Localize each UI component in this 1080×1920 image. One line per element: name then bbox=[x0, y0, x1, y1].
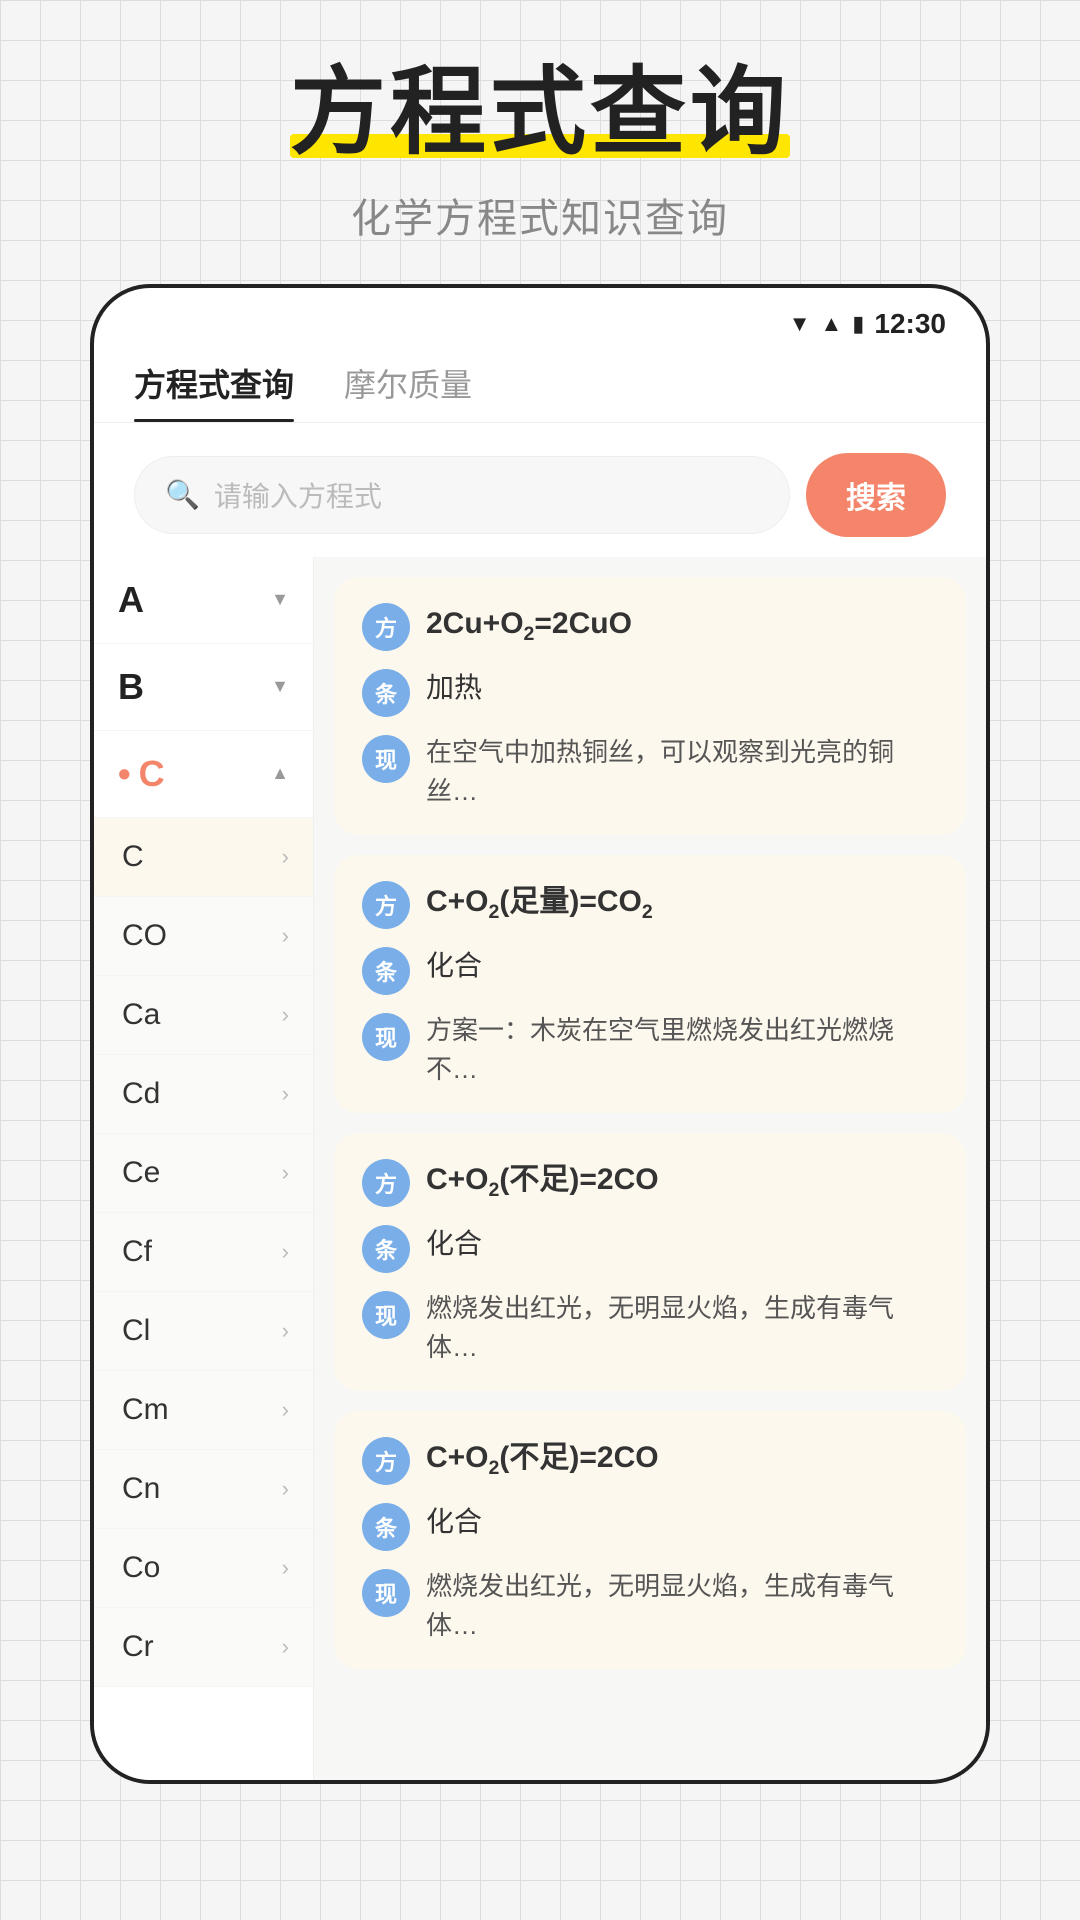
badge-desc-3: 现 bbox=[362, 1291, 410, 1339]
badge-condition-4: 条 bbox=[362, 1503, 410, 1551]
chevron-right-Cr: › bbox=[282, 1634, 289, 1660]
eq-condition-3: 化合 bbox=[426, 1223, 938, 1265]
eq-card-2[interactable]: 方 C+O2(足量)=CO2 条 化合 现 方案一：木炭在空气里燃烧发出红光燃烧… bbox=[334, 855, 966, 1113]
phone-mock: ▼ ▲ ▮ 12:30 方程式查询 摩尔质量 🔍 请输入方程式 搜索 A ▼ bbox=[90, 284, 990, 1784]
sidebar-group-arrow-B: ▼ bbox=[271, 676, 289, 697]
badge-desc-4: 现 bbox=[362, 1569, 410, 1617]
badge-desc-1: 现 bbox=[362, 735, 410, 783]
badge-condition-3: 条 bbox=[362, 1225, 410, 1273]
badge-desc-2: 现 bbox=[362, 1013, 410, 1061]
eq-row-condition-2: 条 化合 bbox=[362, 945, 938, 995]
sidebar-item-Cf[interactable]: Cf › bbox=[94, 1213, 313, 1292]
chevron-right-Cn: › bbox=[282, 1476, 289, 1502]
sidebar-item-Cd[interactable]: Cd › bbox=[94, 1055, 313, 1134]
search-button[interactable]: 搜索 bbox=[806, 453, 946, 537]
badge-formula-2: 方 bbox=[362, 881, 410, 929]
battery-icon: ▮ bbox=[852, 311, 864, 337]
sidebar-group-label-C: C bbox=[139, 753, 165, 795]
badge-formula-1: 方 bbox=[362, 603, 410, 651]
eq-desc-4: 燃烧发出红光，无明显火焰，生成有毒气体… bbox=[426, 1567, 938, 1645]
main-title: 方程式查询 bbox=[290, 60, 790, 166]
eq-row-desc-4: 现 燃烧发出红光，无明显火焰，生成有毒气体… bbox=[362, 1567, 938, 1645]
status-bar: ▼ ▲ ▮ 12:30 bbox=[94, 288, 986, 350]
eq-row-condition-4: 条 化合 bbox=[362, 1501, 938, 1551]
sidebar-item-Cl[interactable]: Cl › bbox=[94, 1292, 313, 1371]
eq-formula-4: C+O2(不足)=2CO bbox=[426, 1435, 938, 1483]
sidebar-item-CO[interactable]: CO › bbox=[94, 897, 313, 976]
eq-row-formula-1: 方 2Cu+O2=2CuO bbox=[362, 601, 938, 651]
sidebar-group-arrow-A: ▼ bbox=[271, 589, 289, 610]
sidebar-item-Ce[interactable]: Ce › bbox=[94, 1134, 313, 1213]
chevron-right-Cm: › bbox=[282, 1397, 289, 1423]
eq-row-desc-2: 现 方案一：木炭在空气里燃烧发出红光燃烧不… bbox=[362, 1011, 938, 1089]
eq-formula-2: C+O2(足量)=CO2 bbox=[426, 879, 938, 927]
eq-row-formula-4: 方 C+O2(不足)=2CO bbox=[362, 1435, 938, 1485]
badge-formula-3: 方 bbox=[362, 1159, 410, 1207]
sidebar: A ▼ B ▼ • C ▲ C › CO bbox=[94, 557, 314, 1780]
search-input-wrapper[interactable]: 🔍 请输入方程式 bbox=[134, 456, 790, 534]
eq-row-condition-1: 条 加热 bbox=[362, 667, 938, 717]
right-content: 方 2Cu+O2=2CuO 条 加热 现 在空气中加热铜丝，可以观察到光亮的铜丝… bbox=[314, 557, 986, 1780]
sidebar-group-label-A: A bbox=[118, 579, 144, 621]
sidebar-group-arrow-C: ▲ bbox=[271, 763, 289, 784]
signal-icon: ▲ bbox=[820, 311, 842, 337]
content-area: A ▼ B ▼ • C ▲ C › CO bbox=[94, 557, 986, 1780]
eq-card-3[interactable]: 方 C+O2(不足)=2CO 条 化合 现 燃烧发出红光，无明显火焰，生成有毒气… bbox=[334, 1133, 966, 1391]
badge-formula-4: 方 bbox=[362, 1437, 410, 1485]
sidebar-item-Ca[interactable]: Ca › bbox=[94, 976, 313, 1055]
page-header: 方程式查询 化学方程式知识查询 bbox=[0, 0, 1080, 284]
sidebar-item-C[interactable]: C › bbox=[94, 818, 313, 897]
search-placeholder: 请输入方程式 bbox=[214, 475, 382, 515]
chevron-right-Ce: › bbox=[282, 1160, 289, 1186]
chevron-right-Cd: › bbox=[282, 1081, 289, 1107]
chevron-right-Ca: › bbox=[282, 1002, 289, 1028]
sub-title: 化学方程式知识查询 bbox=[40, 186, 1040, 244]
eq-row-formula-3: 方 C+O2(不足)=2CO bbox=[362, 1157, 938, 1207]
sidebar-active-dot: • bbox=[118, 753, 131, 795]
search-area: 🔍 请输入方程式 搜索 bbox=[94, 423, 986, 557]
eq-card-4[interactable]: 方 C+O2(不足)=2CO 条 化合 现 燃烧发出红光，无明显火焰，生成有毒气… bbox=[334, 1411, 966, 1669]
status-time: 12:30 bbox=[874, 308, 946, 340]
eq-condition-1: 加热 bbox=[426, 667, 938, 709]
eq-row-formula-2: 方 C+O2(足量)=CO2 bbox=[362, 879, 938, 929]
eq-desc-2: 方案一：木炭在空气里燃烧发出红光燃烧不… bbox=[426, 1011, 938, 1089]
eq-row-condition-3: 条 化合 bbox=[362, 1223, 938, 1273]
sidebar-group-label-B: B bbox=[118, 666, 144, 708]
sidebar-item-Cr[interactable]: Cr › bbox=[94, 1608, 313, 1687]
eq-condition-4: 化合 bbox=[426, 1501, 938, 1543]
status-icons: ▼ ▲ ▮ 12:30 bbox=[789, 308, 946, 340]
eq-desc-3: 燃烧发出红光，无明显火焰，生成有毒气体… bbox=[426, 1289, 938, 1367]
tab-molar[interactable]: 摩尔质量 bbox=[344, 360, 472, 422]
sidebar-item-Cn[interactable]: Cn › bbox=[94, 1450, 313, 1529]
eq-formula-1: 2Cu+O2=2CuO bbox=[426, 601, 938, 649]
chevron-right-C: › bbox=[282, 844, 289, 870]
eq-row-desc-3: 现 燃烧发出红光，无明显火焰，生成有毒气体… bbox=[362, 1289, 938, 1367]
sidebar-group-B[interactable]: B ▼ bbox=[94, 644, 313, 731]
sidebar-item-Cm[interactable]: Cm › bbox=[94, 1371, 313, 1450]
eq-desc-1: 在空气中加热铜丝，可以观察到光亮的铜丝… bbox=[426, 733, 938, 811]
chevron-right-Cl: › bbox=[282, 1318, 289, 1344]
chevron-right-Co: › bbox=[282, 1555, 289, 1581]
tab-equation[interactable]: 方程式查询 bbox=[134, 360, 294, 422]
eq-row-desc-1: 现 在空气中加热铜丝，可以观察到光亮的铜丝… bbox=[362, 733, 938, 811]
sidebar-item-Co[interactable]: Co › bbox=[94, 1529, 313, 1608]
badge-condition-2: 条 bbox=[362, 947, 410, 995]
eq-condition-2: 化合 bbox=[426, 945, 938, 987]
tab-bar: 方程式查询 摩尔质量 bbox=[94, 350, 986, 423]
sidebar-group-C[interactable]: • C ▲ bbox=[94, 731, 313, 818]
chevron-right-CO: › bbox=[282, 923, 289, 949]
search-icon: 🔍 bbox=[165, 478, 200, 511]
badge-condition-1: 条 bbox=[362, 669, 410, 717]
sidebar-group-A[interactable]: A ▼ bbox=[94, 557, 313, 644]
wifi-icon: ▼ bbox=[789, 311, 811, 337]
chevron-right-Cf: › bbox=[282, 1239, 289, 1265]
eq-formula-3: C+O2(不足)=2CO bbox=[426, 1157, 938, 1205]
eq-card-1[interactable]: 方 2Cu+O2=2CuO 条 加热 现 在空气中加热铜丝，可以观察到光亮的铜丝… bbox=[334, 577, 966, 835]
